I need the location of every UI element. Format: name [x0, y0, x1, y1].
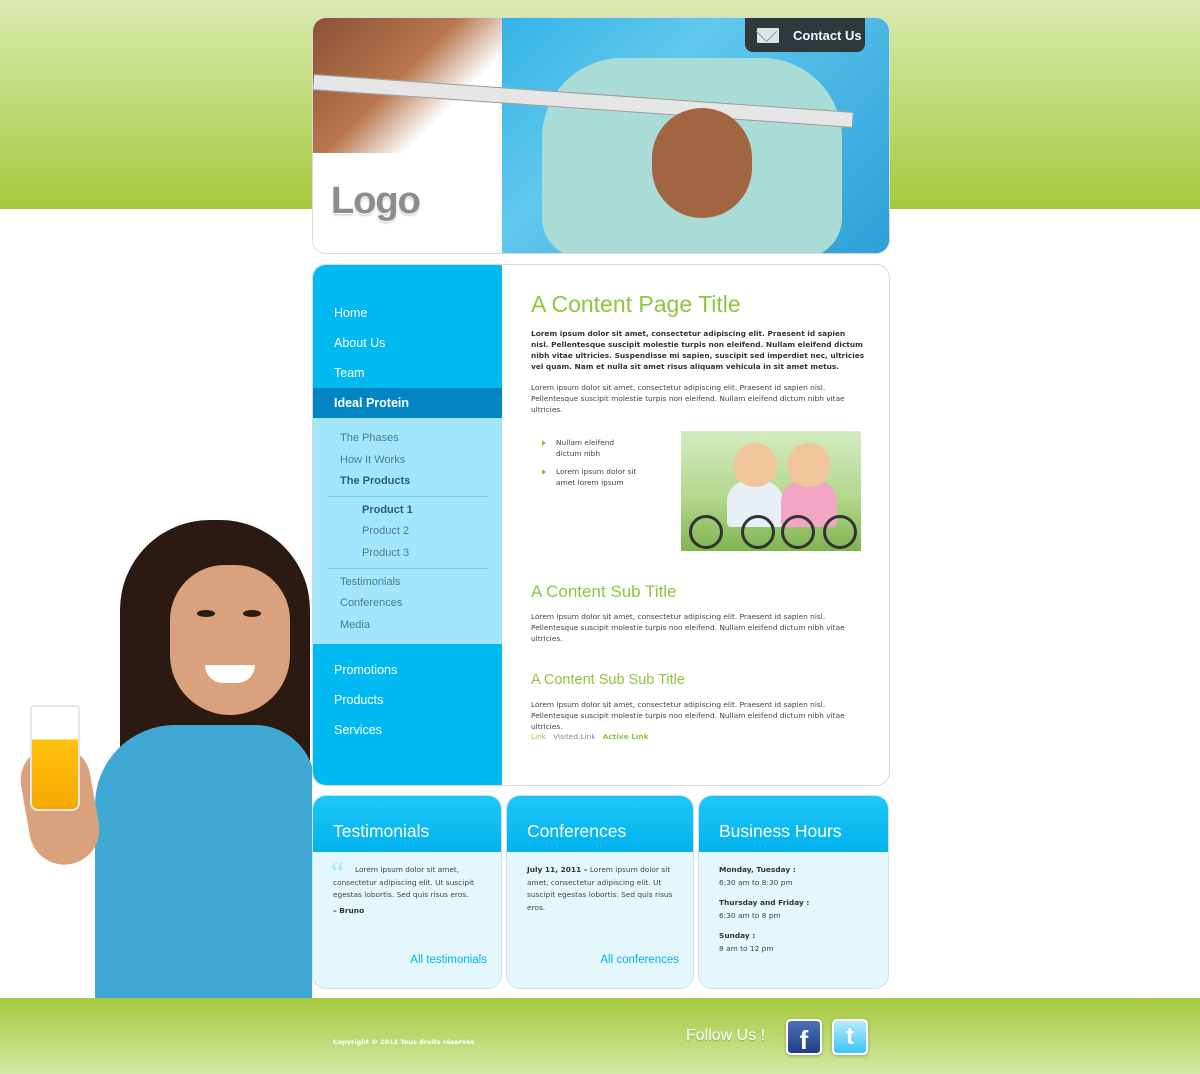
body-paragraph: Lorem ipsum dolor sit amet, consectetur … — [531, 700, 845, 731]
nav-services[interactable]: Services — [313, 715, 502, 745]
subnav-product-3[interactable]: Product 3 — [313, 543, 502, 565]
main-panel: Home About Us Team Ideal Protein The Pha… — [312, 264, 890, 786]
follow-us-label: Follow Us ! — [686, 1027, 766, 1044]
nav-home[interactable]: Home — [313, 298, 502, 328]
bike-wheel — [689, 515, 723, 549]
juice-glass — [30, 705, 80, 811]
sample-visited-link[interactable]: Visited Link — [553, 732, 595, 741]
nav-about-us[interactable]: About Us — [313, 328, 502, 358]
sidebar-nav: Home About Us Team Ideal Protein The Pha… — [313, 265, 502, 785]
model-eye — [197, 610, 215, 617]
body-paragraph: Lorem ipsum dolor sit amet, consectetur … — [531, 383, 845, 414]
footer-band — [0, 998, 1200, 1074]
link-styles: Link Visited Link Active Link — [531, 732, 649, 741]
testimonials-box: Testimonials “ Lorem ipsum dolor sit ame… — [312, 795, 502, 989]
nav-products[interactable]: Products — [313, 685, 502, 715]
all-testimonials-link[interactable]: All testimonials — [410, 954, 487, 967]
cyclist-face — [733, 443, 777, 487]
envelope-icon — [757, 27, 779, 43]
bike-wheel — [781, 515, 815, 549]
list-item: Nullam eleifend dictum nibh — [538, 437, 638, 459]
logo-area: Logo — [313, 18, 502, 253]
contact-us-button[interactable]: Contact Us — [745, 18, 865, 52]
model-face — [170, 565, 290, 715]
hours-day: Thursday and Friday : — [719, 898, 810, 907]
cyclist-face — [787, 443, 831, 487]
sample-active-link[interactable]: Active Link — [603, 732, 649, 741]
subnav-media[interactable]: Media — [313, 615, 502, 637]
subnav-the-products[interactable]: The Products — [313, 471, 502, 493]
content-subtitle: A Content Sub Title — [531, 582, 677, 601]
subnav-product-2[interactable]: Product 2 — [313, 521, 502, 543]
hero-photo: Contact Us — [313, 18, 889, 253]
sample-link[interactable]: Link — [531, 732, 546, 741]
model-eye — [243, 610, 261, 617]
nav-ideal-protein[interactable]: Ideal Protein — [313, 388, 502, 418]
bullet-list: Nullam eleifend dictum nibh Lorem ipsum … — [538, 437, 638, 495]
hours-list: Monday, Tuesday : 6:30 am to 8:30 pm Thu… — [719, 864, 868, 955]
testimonials-title: Testimonials — [313, 796, 501, 852]
subnav-how-it-works[interactable]: How It Works — [313, 450, 502, 472]
contact-us-label: Contact Us — [793, 27, 862, 43]
hero-hand — [652, 108, 752, 218]
page-title: A Content Page Title — [531, 291, 741, 317]
quote-icon: “ — [331, 856, 345, 889]
subnav: The Phases How It Works The Products Pro… — [313, 418, 502, 645]
model-shirt — [95, 725, 312, 998]
subnav-divider — [327, 495, 488, 497]
copyright: Copyright © 2012 Tous droits réservés — [333, 1038, 475, 1046]
subnav-the-phases[interactable]: The Phases — [313, 428, 502, 450]
twitter-icon[interactable]: t — [832, 1019, 868, 1055]
business-hours-box: Business Hours Monday, Tuesday : 6:30 am… — [698, 795, 889, 989]
hours-time: 6:30 am to 8:30 pm — [719, 877, 793, 887]
all-conferences-link[interactable]: All conferences — [600, 954, 679, 967]
content-area: A Content Page Title Lorem ipsum dolor s… — [502, 265, 889, 785]
list-item: Lorem ipsum dolor sit amet lorem ipsum — [538, 466, 638, 488]
conferences-title: Conferences — [507, 796, 693, 852]
site-header: Logo Contact Us — [312, 17, 890, 254]
body-paragraph: Lorem ipsum dolor sit amet, consectetur … — [531, 612, 845, 643]
site-logo[interactable]: Logo — [331, 180, 421, 223]
cyclists-photo — [681, 431, 861, 551]
facebook-icon[interactable]: f — [786, 1019, 822, 1055]
conferences-box: Conferences July 11, 2011 – Lorem ipsum … — [506, 795, 694, 989]
subnav-product-1[interactable]: Product 1 — [313, 500, 502, 522]
nav-promotions[interactable]: Promotions — [313, 655, 502, 685]
testimonial-author: – Bruno — [333, 905, 365, 915]
content-subsubtitle: A Content Sub Sub Title — [531, 672, 685, 688]
testimonial-quote: Lorem ipsum dolor sit amet, consectetur … — [333, 865, 474, 899]
hours-time: 8 am to 12 pm — [719, 943, 774, 953]
conference-date: July 11, 2011 – — [527, 865, 588, 874]
subnav-divider — [327, 567, 488, 569]
hours-day: Monday, Tuesday : — [719, 865, 796, 874]
subnav-testimonials[interactable]: Testimonials — [313, 572, 502, 594]
business-hours-title: Business Hours — [699, 796, 888, 852]
nav-team[interactable]: Team — [313, 358, 502, 388]
model-photo — [0, 515, 312, 998]
subnav-conferences[interactable]: Conferences — [313, 593, 502, 615]
bike-wheel — [741, 515, 775, 549]
hours-day: Sunday : — [719, 931, 756, 940]
hours-time: 6:30 am to 8 pm — [719, 910, 781, 920]
lead-paragraph: Lorem ipsum dolor sit amet, consectetur … — [531, 329, 865, 371]
bike-wheel — [823, 515, 857, 549]
